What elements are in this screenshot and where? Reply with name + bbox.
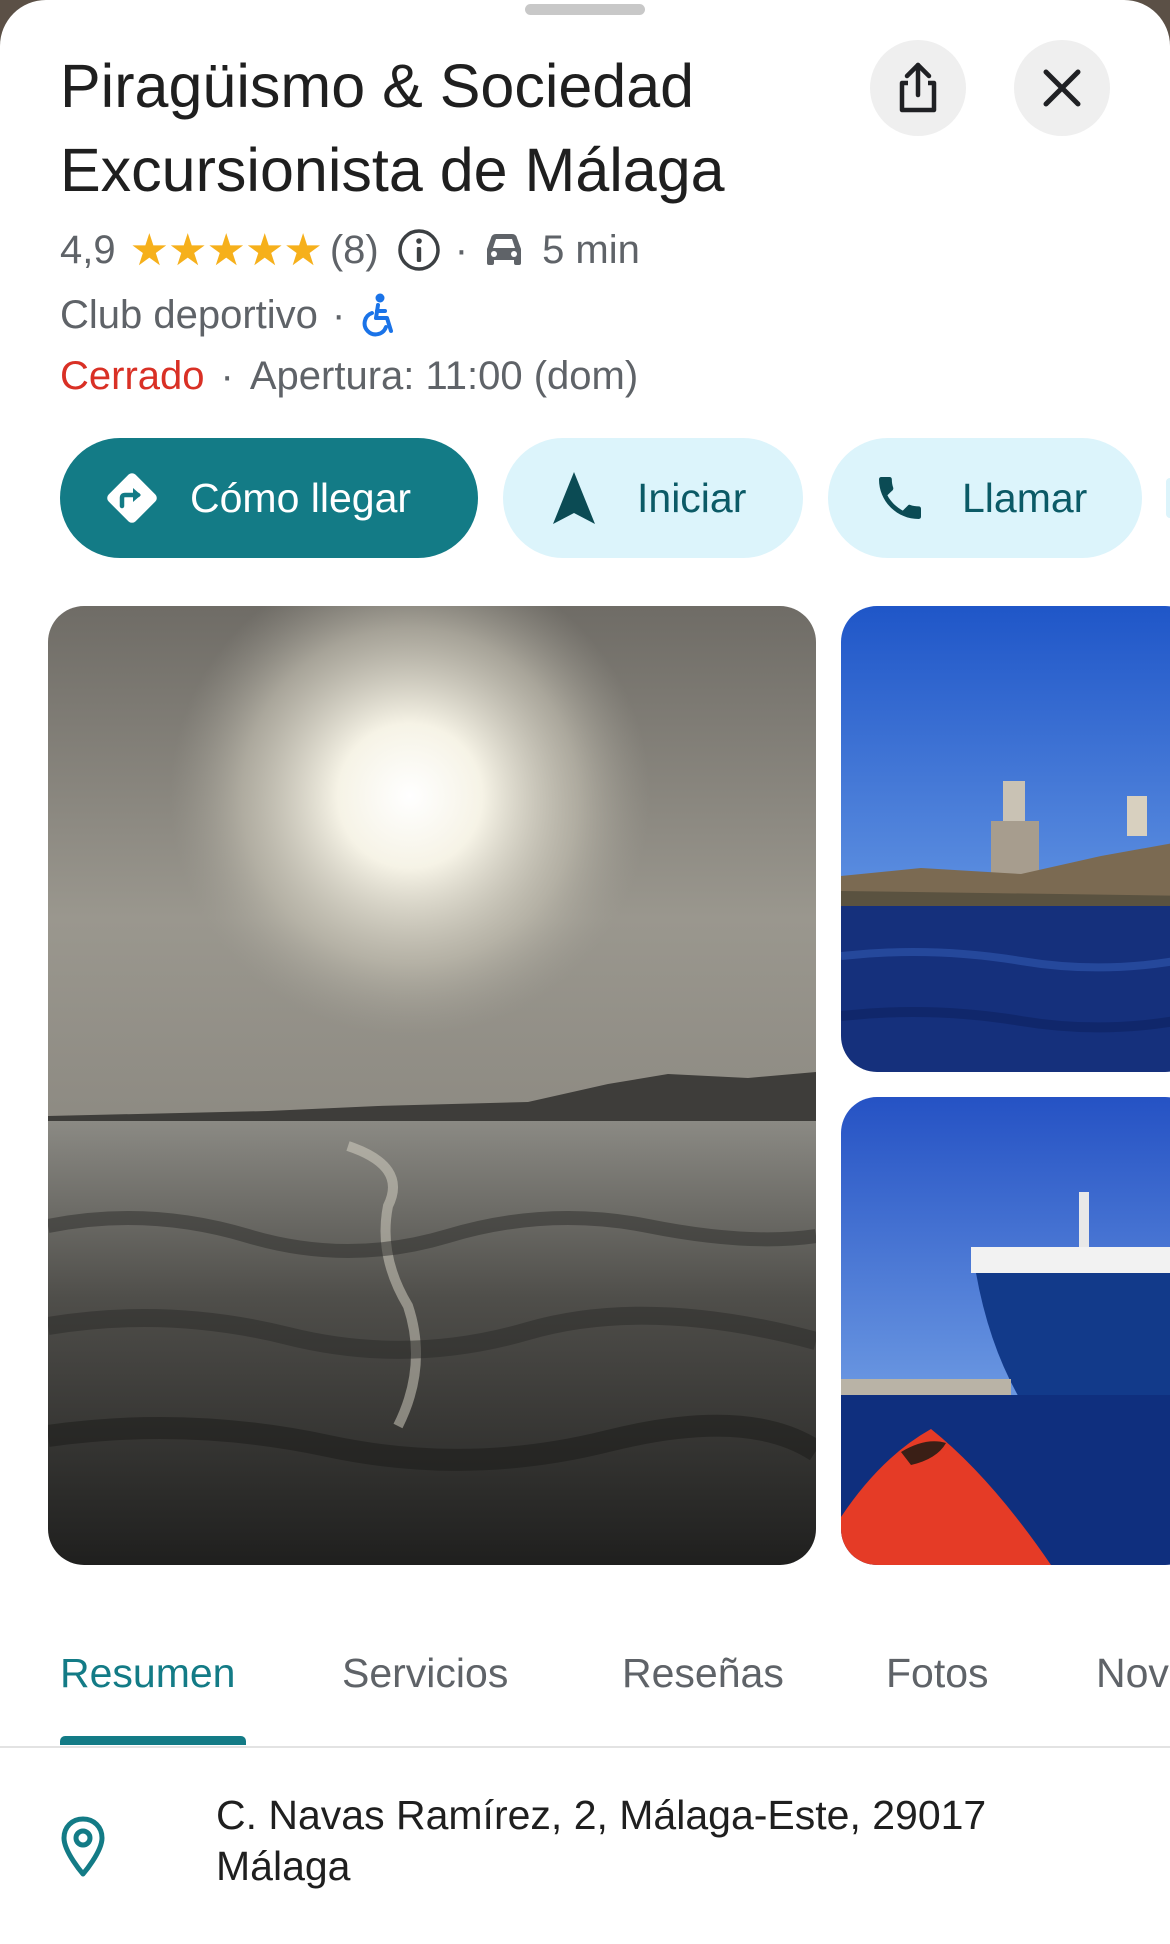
place-title: Piragüismo & Sociedad Excursionista de M… (60, 52, 725, 204)
photo-kayak-ship[interactable] (841, 1097, 1170, 1565)
close-icon (1042, 68, 1082, 108)
open-status: Cerrado (60, 353, 205, 398)
active-tab-indicator (60, 1736, 246, 1745)
tab-resumen[interactable]: Resumen (60, 1650, 235, 1697)
car-icon (482, 230, 526, 270)
drive-time: 5 min (542, 227, 640, 272)
category-row: Club deportivo · (60, 285, 397, 345)
opening-time: Apertura: 11:00 (dom) (249, 353, 639, 398)
review-count[interactable]: (8) (330, 228, 379, 273)
separator: · (454, 227, 469, 272)
drag-handle[interactable] (525, 4, 645, 15)
tab-bar: Resumen Servicios Reseñas Fotos Nov (0, 1620, 1170, 1748)
close-button[interactable] (1014, 40, 1110, 136)
tab-resenas[interactable]: Reseñas (622, 1650, 784, 1697)
directions-button[interactable]: Cómo llegar (60, 438, 478, 558)
photo-coast-industrial[interactable] (841, 606, 1170, 1072)
category: Club deportivo (60, 292, 318, 337)
more-actions-edge[interactable] (1166, 478, 1170, 518)
address-text: C. Navas Ramírez, 2, Málaga-Este, 29017 … (216, 1792, 987, 1889)
tab-servicios[interactable]: Servicios (342, 1650, 508, 1697)
info-icon[interactable] (397, 228, 441, 272)
tab-novedades[interactable]: Nov (1096, 1650, 1169, 1697)
address-row[interactable]: C. Navas Ramírez, 2, Málaga-Este, 29017 … (0, 1780, 1170, 1900)
separator: · (220, 353, 234, 398)
navigation-arrow-icon (549, 470, 599, 526)
hours-row[interactable]: Cerrado · Apertura: 11:00 (dom) (60, 346, 638, 406)
rating-row: 4,9 ★★★★★ (8) · 5 min (60, 220, 640, 280)
share-button[interactable] (870, 40, 966, 136)
start-label: Iniciar (637, 474, 747, 521)
directions-icon (100, 466, 164, 530)
call-label: Llamar (962, 474, 1088, 521)
share-icon (893, 61, 943, 115)
call-button[interactable]: Llamar (828, 438, 1142, 558)
rating-value: 4,9 (60, 227, 116, 272)
separator: · (331, 292, 346, 337)
phone-icon (872, 470, 928, 526)
tab-fotos[interactable]: Fotos (886, 1650, 989, 1697)
start-navigation-button[interactable]: Iniciar (503, 438, 803, 558)
accessibility-icon[interactable] (359, 293, 397, 337)
location-pin-icon (60, 1816, 106, 1878)
place-sheet: Piragüismo & Sociedad Excursionista de M… (0, 0, 1170, 1944)
main-photo-sunset-sea[interactable] (48, 606, 816, 1565)
directions-label: Cómo llegar (190, 474, 412, 521)
star-rating: ★★★★★ (129, 225, 323, 275)
